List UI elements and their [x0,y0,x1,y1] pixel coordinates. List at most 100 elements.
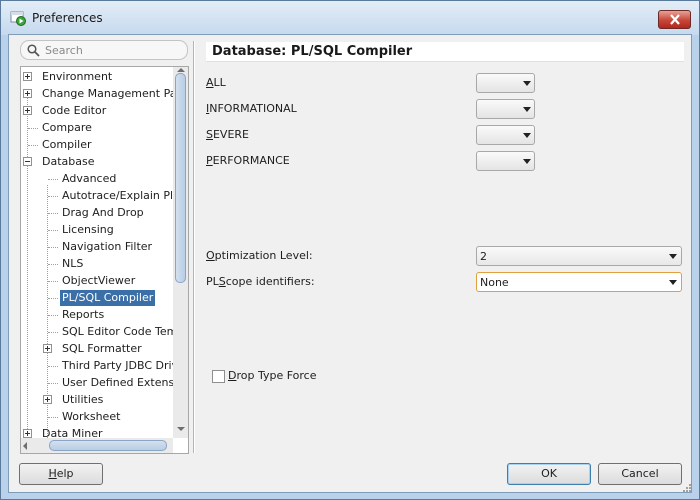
tree-item-nls[interactable]: NLS [21,256,173,272]
tree-connector [48,281,58,282]
tree-item-environment[interactable]: Environment [21,69,173,85]
expand-toggle[interactable] [43,344,52,353]
tree-item-label: Utilities [62,393,104,406]
page-title: Database: PL/SQL Compiler [212,44,413,59]
tree-item-compare[interactable]: Compare [21,120,173,136]
tree-connector [48,383,58,384]
title-bar: Preferences [1,1,699,35]
search-box[interactable] [20,40,188,60]
tree-item-label: Compiler [42,138,92,151]
vertical-scroll-thumb[interactable] [175,73,186,283]
expand-toggle[interactable] [23,72,32,81]
label-severe: SEVERE [206,128,250,141]
collapse-toggle[interactable] [23,157,32,166]
tree-connector [48,230,58,231]
tree-item-licensing[interactable]: Licensing [21,222,173,238]
expand-toggle[interactable] [23,89,32,98]
scroll-up-icon[interactable] [177,68,185,72]
tree-item-label: Worksheet [62,410,121,423]
tree-connector [48,332,58,333]
tree-connector [28,145,38,146]
tree-connector [48,196,58,197]
tree-item-sql-editor-code-templates[interactable]: SQL Editor Code Templa [21,324,188,340]
informational-warnings-select[interactable] [476,99,535,119]
label-optimization-level: Optimization Level: [206,249,313,262]
tree-item-label: SQL Editor Code Templa [62,325,189,338]
resize-grip-icon[interactable] [681,482,691,492]
window-title: Preferences [32,11,103,25]
chevron-down-icon [523,133,531,138]
tree-item-label: Drag And Drop [62,206,144,219]
tree-connector [28,128,38,129]
help-button[interactable]: Help [19,463,103,485]
chevron-down-icon [523,107,531,112]
tree-connector [48,366,58,367]
chevron-down-icon [523,159,531,164]
tree-item-label: Third Party JDBC Driver [62,359,189,372]
performance-warnings-select[interactable] [476,151,535,171]
page-header: Database: PL/SQL Compiler [206,42,684,62]
tree-item-navigation-filter[interactable]: Navigation Filter [21,239,173,255]
tree-connector [48,264,58,265]
tree-item-label: SQL Formatter [62,342,142,355]
search-input[interactable] [45,43,183,57]
tree-item-user-defined-extensions[interactable]: User Defined Extension [21,375,188,391]
ok-button[interactable]: OK [507,463,591,485]
tree-item-reports[interactable]: Reports [21,307,173,323]
severe-warnings-select[interactable] [476,125,535,145]
tree-item-label: Licensing [62,223,114,236]
tree-item-code-editor[interactable]: Code Editor [21,103,173,119]
scroll-down-icon[interactable] [177,427,185,431]
label-performance: PERFORMANCE [206,154,290,167]
tree-item-label: Change Management Parar [42,87,189,100]
tree-item-label: Code Editor [42,104,107,117]
tree-item-plsql-compiler[interactable]: PL/SQL Compiler [21,290,173,306]
chevron-down-icon [523,81,531,86]
drop-type-force-checkbox[interactable] [212,370,225,383]
tree-connector [48,213,58,214]
expand-toggle[interactable] [23,106,32,115]
tree-item-compiler[interactable]: Compiler [21,137,173,153]
cancel-button[interactable]: Cancel [598,463,682,485]
close-button[interactable] [658,10,691,29]
tree-item-label: Navigation Filter [62,240,153,253]
tree-item-utilities[interactable]: Utilities [21,392,173,408]
tree-item-label: ObjectViewer [62,274,136,287]
tree-item-autotrace[interactable]: Autotrace/Explain Plan [21,188,187,204]
search-icon [27,44,40,57]
horizontal-scroll-thumb[interactable] [49,440,167,451]
tree-item-change-management[interactable]: Change Management Parar [21,86,188,102]
tree-item-sql-formatter[interactable]: SQL Formatter [21,341,173,357]
close-icon [670,14,680,25]
panel-splitter[interactable] [193,41,195,453]
preferences-window: Preferences Environment Change Mana [0,0,700,500]
tree-item-label: Environment [42,70,113,83]
plscope-identifiers-select[interactable]: None [476,272,682,292]
selected-value: 2 [480,250,487,263]
tree-item-database[interactable]: Database [21,154,173,170]
expand-toggle[interactable] [43,395,52,404]
tree-item-label: Reports [62,308,105,321]
chevron-down-icon [669,254,677,259]
tree-item-label: PL/SQL Compiler [60,290,156,306]
all-warnings-select[interactable] [476,73,535,93]
tree-item-advanced[interactable]: Advanced [21,171,173,187]
tree-vertical-scrollbar[interactable] [173,67,188,438]
selected-value: None [480,276,509,289]
tree-item-label: Autotrace/Explain Plan [62,189,187,202]
tree-item-drag-and-drop[interactable]: Drag And Drop [21,205,173,221]
preferences-tree: Environment Change Management Parar Code… [20,66,189,454]
expand-toggle[interactable] [23,429,32,438]
tree-connector [48,247,58,248]
label-informational: INFORMATIONAL [206,102,297,115]
optimization-level-select[interactable]: 2 [476,246,682,266]
label-all: ALL [206,76,226,89]
tree-item-third-party-jdbc[interactable]: Third Party JDBC Driver [21,358,188,374]
tree-item-worksheet[interactable]: Worksheet [21,409,173,425]
tree-connector [48,298,58,299]
scroll-left-icon[interactable] [23,442,27,450]
tree-item-objectviewer[interactable]: ObjectViewer [21,273,173,289]
tree-horizontal-scrollbar[interactable] [21,438,173,453]
drop-type-force-label[interactable]: Drop Type Force [228,369,317,382]
tree-item-label: Database [42,155,95,168]
